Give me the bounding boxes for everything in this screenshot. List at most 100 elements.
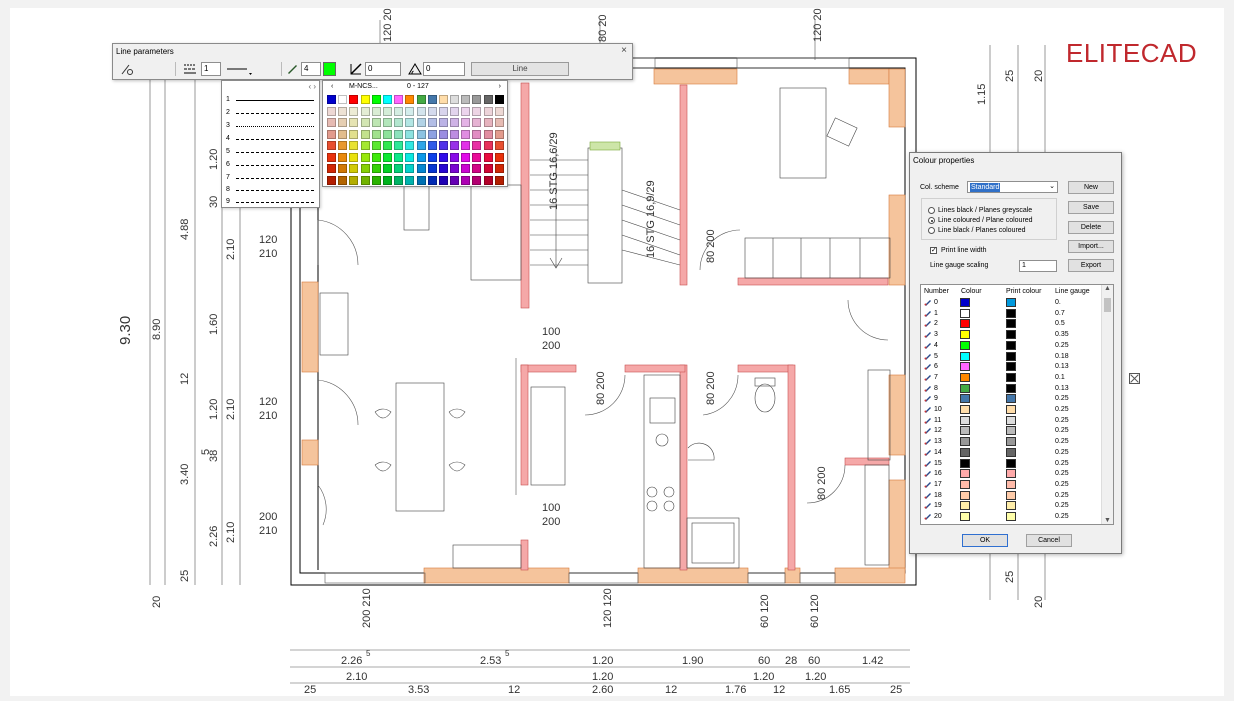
palette-swatch[interactable] — [349, 106, 359, 116]
palette-swatch[interactable] — [349, 95, 359, 104]
colour-table-row[interactable]: 17 0.25 — [921, 479, 1103, 490]
palette-swatch[interactable] — [438, 95, 448, 104]
print-colour-swatch[interactable] — [1006, 501, 1016, 511]
line-gauge-value[interactable]: 0.25 — [1055, 449, 1069, 456]
line-gauge-value[interactable]: 0.13 — [1055, 363, 1069, 370]
close-icon[interactable]: × — [621, 45, 627, 56]
palette-swatch[interactable] — [416, 152, 426, 162]
line-width-icon[interactable] — [349, 62, 363, 76]
line-type-input[interactable]: 1 — [201, 62, 221, 76]
palette-swatch[interactable] — [371, 118, 381, 127]
print-colour-swatch[interactable] — [1006, 340, 1016, 350]
palette-swatch[interactable] — [371, 95, 381, 104]
print-colour-swatch[interactable] — [1006, 426, 1016, 436]
palette-swatch[interactable] — [360, 129, 370, 139]
palette-swatch[interactable] — [494, 95, 504, 104]
save-button[interactable]: Save — [1068, 201, 1114, 214]
palette-swatch[interactable] — [483, 95, 493, 104]
palette-swatch[interactable] — [494, 118, 504, 127]
palette-swatch[interactable] — [461, 141, 471, 150]
line-type-nav[interactable]: ‹ › — [308, 82, 316, 91]
line-style-dropdown[interactable] — [225, 62, 253, 76]
ok-button[interactable]: OK — [962, 534, 1008, 547]
palette-swatch[interactable] — [416, 164, 426, 173]
colour-table-row[interactable]: 3 0.35 — [921, 329, 1103, 340]
colour-table-row[interactable]: 5 0.18 — [921, 351, 1103, 362]
colour-table-row[interactable]: 9 0.25 — [921, 393, 1103, 404]
palette-swatch[interactable] — [438, 118, 448, 127]
palette-swatch[interactable] — [461, 152, 471, 162]
print-colour-swatch[interactable] — [1006, 319, 1016, 329]
palette-swatch[interactable] — [450, 164, 460, 173]
palette-swatch[interactable] — [438, 175, 448, 185]
colour-swatch[interactable] — [960, 362, 970, 372]
line-pick-icon[interactable] — [120, 62, 134, 76]
palette-swatch[interactable] — [327, 152, 336, 162]
scroll-down-icon[interactable]: ▼ — [1104, 517, 1111, 524]
line-gauge-value[interactable]: 0.25 — [1055, 502, 1069, 509]
print-colour-swatch[interactable] — [1006, 394, 1016, 404]
palette-swatch[interactable] — [483, 152, 493, 162]
palette-swatch[interactable] — [483, 164, 493, 173]
palette-swatch[interactable] — [394, 141, 404, 150]
colour-swatch[interactable] — [960, 394, 970, 404]
radio-line-coloured-plane-coloured[interactable]: Line coloured / Plane coloured — [928, 216, 1058, 225]
line-gauge-value[interactable]: 0.25 — [1055, 417, 1069, 424]
palette-swatch[interactable] — [427, 95, 437, 104]
print-colour-swatch[interactable] — [1006, 362, 1016, 372]
line-type-item[interactable]: 6 — [226, 160, 316, 170]
print-colour-swatch[interactable] — [1006, 415, 1016, 425]
palette-swatch[interactable] — [327, 95, 336, 104]
palette-swatch[interactable] — [349, 129, 359, 139]
colour-table-row[interactable]: 2 0.5 — [921, 318, 1103, 329]
print-colour-swatch[interactable] — [1006, 469, 1016, 479]
pen-icon[interactable] — [285, 62, 299, 76]
palette-swatch[interactable] — [394, 95, 404, 104]
palette-swatch[interactable] — [483, 141, 493, 150]
scroll-up-icon[interactable]: ▲ — [1104, 285, 1111, 292]
colour-swatch[interactable] — [960, 415, 970, 425]
table-scrollbar[interactable]: ▲ ▼ — [1101, 285, 1113, 524]
palette-swatch[interactable] — [405, 141, 415, 150]
line-gauge-value[interactable]: 0.25 — [1055, 406, 1069, 413]
colour-swatch[interactable] — [960, 469, 970, 479]
palette-swatch[interactable] — [394, 164, 404, 173]
pen-input[interactable]: 4 — [301, 62, 321, 76]
palette-swatch[interactable] — [438, 141, 448, 150]
palette-swatch[interactable] — [327, 129, 336, 139]
palette-swatch[interactable] — [416, 106, 426, 116]
palette-swatch[interactable] — [338, 164, 348, 173]
line-type-item[interactable]: 5 — [226, 147, 316, 157]
angle-input[interactable]: 0 — [423, 62, 465, 76]
print-colour-swatch[interactable] — [1006, 490, 1016, 500]
line-gauge-scaling-input[interactable]: 1 — [1019, 260, 1057, 272]
angle-icon[interactable] — [408, 62, 422, 76]
palette-swatch[interactable] — [438, 164, 448, 173]
palette-swatch[interactable] — [461, 164, 471, 173]
palette-swatch[interactable] — [416, 95, 426, 104]
palette-swatch[interactable] — [327, 175, 336, 185]
palette-swatch[interactable] — [438, 129, 448, 139]
line-gauge-value[interactable]: 0.25 — [1055, 460, 1069, 467]
palette-swatch[interactable] — [494, 106, 504, 116]
palette-swatch[interactable] — [494, 152, 504, 162]
export-button[interactable]: Export — [1068, 259, 1114, 272]
line-gauge-value[interactable]: 0.25 — [1055, 481, 1069, 488]
pen-colour-swatch[interactable] — [323, 62, 336, 76]
palette-swatch[interactable] — [394, 129, 404, 139]
palette-swatch[interactable] — [360, 164, 370, 173]
close-box-icon[interactable] — [1129, 373, 1140, 384]
palette-swatch[interactable] — [327, 106, 336, 116]
palette-swatch[interactable] — [405, 95, 415, 104]
palette-swatch[interactable] — [371, 106, 381, 116]
palette-swatch[interactable] — [327, 141, 336, 150]
palette-swatch[interactable] — [338, 129, 348, 139]
print-colour-swatch[interactable] — [1006, 437, 1016, 447]
scroll-thumb[interactable] — [1104, 298, 1111, 312]
line-gauge-value[interactable]: 0.25 — [1055, 470, 1069, 477]
line-gauge-value[interactable]: 0.13 — [1055, 385, 1069, 392]
colour-table-row[interactable]: 15 0.25 — [921, 458, 1103, 469]
palette-swatch[interactable] — [472, 129, 482, 139]
line-type-item[interactable]: 4 — [226, 134, 316, 144]
palette-swatch[interactable] — [349, 152, 359, 162]
